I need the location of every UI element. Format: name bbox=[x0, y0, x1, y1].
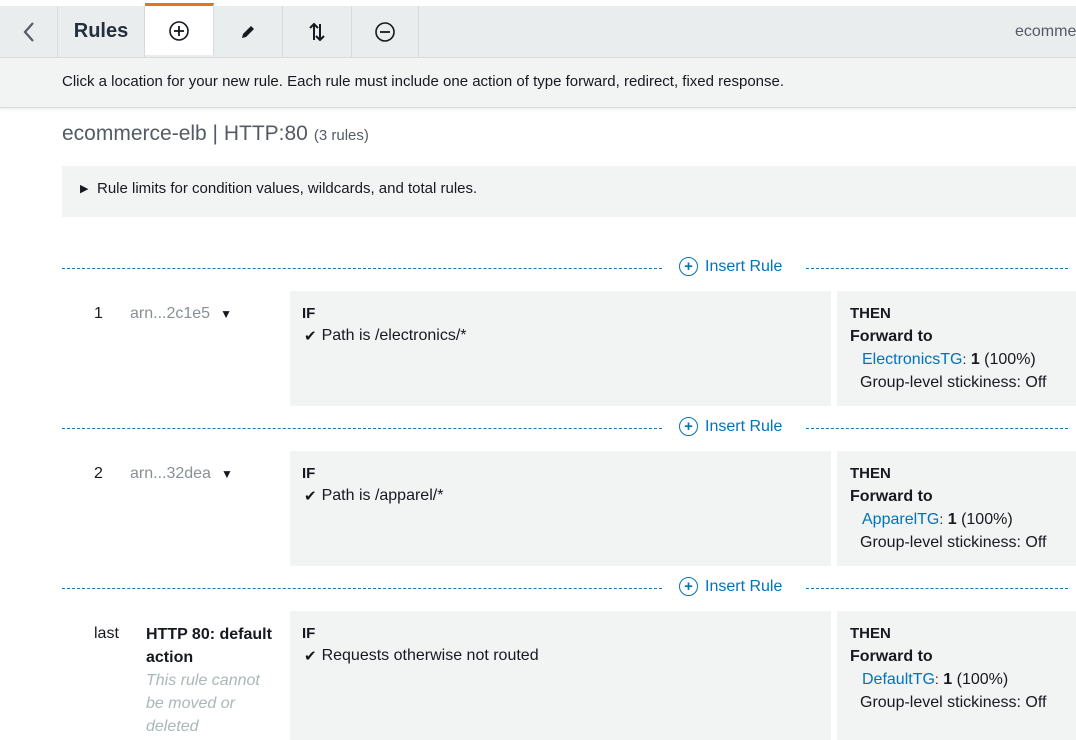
insert-rule-button[interactable]: + Insert Rule bbox=[679, 577, 782, 596]
divider bbox=[806, 268, 1068, 269]
target-group-link[interactable]: ApparelTG bbox=[862, 511, 939, 528]
back-button[interactable] bbox=[0, 6, 58, 57]
rule-conditions[interactable]: IF ✔ Path is /electronics/* bbox=[290, 291, 831, 406]
rule-number: last bbox=[94, 625, 119, 642]
target-group-link[interactable]: DefaultTG bbox=[862, 671, 935, 688]
action-type: Forward to bbox=[850, 488, 933, 505]
reorder-arrows-icon bbox=[309, 22, 325, 41]
rule-row: 1 arn...2c1e5 ▼ IF ✔ Path is /electronic… bbox=[62, 291, 1076, 406]
caret-right-icon: ▶ bbox=[80, 183, 89, 195]
delete-rules-tab[interactable] bbox=[352, 6, 419, 57]
chevron-left-icon bbox=[23, 21, 34, 42]
rules-title: Rules bbox=[58, 6, 145, 57]
rule-conditions: IF ✔ Requests otherwise not routed bbox=[290, 611, 831, 740]
rule-limits-text: Rule limits for condition values, wildca… bbox=[97, 180, 478, 197]
rule-actions[interactable]: THEN Forward to DefaultTG: 1 (100%) Grou… bbox=[837, 611, 1076, 740]
insert-rule-label: Insert Rule bbox=[705, 257, 783, 275]
divider bbox=[806, 588, 1068, 589]
rule-number: 2 bbox=[94, 465, 103, 482]
weight: 1 bbox=[970, 351, 980, 368]
load-balancer-name: ecommerce-elb bbox=[1015, 6, 1076, 57]
weight: 1 bbox=[943, 671, 953, 688]
divider bbox=[62, 268, 662, 269]
condition-text: Path is /apparel/* bbox=[321, 487, 444, 504]
if-label: IF bbox=[302, 625, 316, 642]
condition-item: ✔ Path is /apparel/* bbox=[304, 487, 443, 505]
info-text: Click a location for your new rule. Each… bbox=[62, 73, 785, 90]
check-icon: ✔ bbox=[304, 648, 317, 665]
weight-percent: (100%) bbox=[956, 671, 1009, 688]
condition-text: Path is /electronics/* bbox=[321, 327, 467, 344]
divider bbox=[62, 588, 662, 589]
check-icon: ✔ bbox=[304, 328, 317, 345]
then-label: THEN bbox=[850, 465, 891, 482]
caret-down-icon: ▼ bbox=[220, 307, 232, 321]
rule-row: 2 arn...32dea ▼ IF ✔ Path is /apparel/* … bbox=[62, 451, 1076, 566]
toolbar-title: Rules bbox=[73, 20, 129, 42]
if-label: IF bbox=[302, 305, 316, 322]
add-rule-tab[interactable] bbox=[145, 3, 214, 55]
plus-circle-icon: + bbox=[679, 577, 698, 596]
rule-actions[interactable]: THEN Forward to ElectronicsTG: 1 (100%) … bbox=[837, 291, 1076, 406]
insert-rule-label: Insert Rule bbox=[705, 417, 783, 435]
plus-circle-icon bbox=[169, 20, 189, 41]
insert-rule-row: + Insert Rule bbox=[62, 577, 1076, 601]
stickiness-text: Group-level stickiness: Off bbox=[860, 374, 1047, 391]
target-group: DefaultTG: 1 (100%) bbox=[862, 671, 1008, 689]
default-rule-name: HTTP 80: default action bbox=[146, 626, 272, 666]
edit-rules-tab[interactable] bbox=[214, 6, 283, 57]
rule-arn: arn...2c1e5 bbox=[130, 305, 211, 322]
caret-down-icon: ▼ bbox=[220, 467, 233, 481]
separator: : bbox=[962, 351, 967, 367]
then-label: THEN bbox=[850, 305, 891, 322]
reorder-rules-tab[interactable] bbox=[283, 6, 352, 57]
rule-arn-dropdown[interactable]: arn...2c1e5 ▼ bbox=[130, 305, 232, 323]
target-group: ApparelTG: 1 (100%) bbox=[862, 511, 1013, 529]
rules-toolbar: Rules ecommerce-elb bbox=[0, 3, 1076, 58]
info-bar: Click a location for your new rule. Each… bbox=[0, 58, 1076, 108]
insert-rule-row: + Insert Rule bbox=[62, 257, 1076, 281]
target-group-link[interactable]: ElectronicsTG bbox=[862, 351, 962, 368]
rule-conditions[interactable]: IF ✔ Path is /apparel/* bbox=[290, 451, 831, 566]
condition-text: Requests otherwise not routed bbox=[321, 647, 539, 664]
rule-limits-expander[interactable]: ▶ Rule limits for condition values, wild… bbox=[62, 166, 1076, 217]
stickiness-text: Group-level stickiness: Off bbox=[860, 694, 1047, 711]
rule-number: 1 bbox=[94, 305, 103, 322]
plus-circle-icon: + bbox=[679, 257, 698, 276]
divider bbox=[62, 428, 662, 429]
weight: 1 bbox=[947, 511, 957, 528]
separator: : bbox=[939, 511, 944, 527]
action-type: Forward to bbox=[850, 648, 933, 665]
insert-rule-label: Insert Rule bbox=[705, 577, 783, 595]
weight-percent: (100%) bbox=[961, 511, 1013, 528]
rule-count: (3 rules) bbox=[313, 127, 369, 144]
action-type: Forward to bbox=[850, 328, 933, 345]
insert-rule-button[interactable]: + Insert Rule bbox=[679, 257, 782, 276]
plus-circle-icon: + bbox=[679, 417, 698, 436]
default-rule-note: This rule cannot be moved or deleted bbox=[146, 672, 260, 735]
divider bbox=[806, 428, 1068, 429]
weight-percent: (100%) bbox=[984, 351, 1036, 368]
default-rule-row: last HTTP 80: default action This rule c… bbox=[62, 611, 1076, 740]
load-balancer-name-text: ecommerce-elb bbox=[1015, 22, 1076, 40]
rule-arn: arn...32dea bbox=[130, 465, 211, 482]
if-label: IF bbox=[302, 465, 316, 482]
condition-item: ✔ Path is /electronics/* bbox=[304, 327, 467, 345]
then-label: THEN bbox=[850, 625, 891, 642]
pencil-icon bbox=[242, 25, 254, 38]
insert-rule-button[interactable]: + Insert Rule bbox=[679, 417, 782, 436]
separator: : bbox=[934, 671, 939, 687]
condition-item: ✔ Requests otherwise not routed bbox=[304, 647, 539, 665]
check-icon: ✔ bbox=[304, 488, 317, 505]
page-title: ecommerce-elb | HTTP:80 (3 rules) bbox=[62, 122, 369, 146]
rule-actions[interactable]: THEN Forward to ApparelTG: 1 (100%) Grou… bbox=[837, 451, 1076, 566]
minus-circle-icon bbox=[375, 21, 395, 42]
listener-name: ecommerce-elb | HTTP:80 bbox=[62, 122, 308, 145]
rule-arn-dropdown[interactable]: arn...32dea ▼ bbox=[130, 465, 233, 483]
insert-rule-row: + Insert Rule bbox=[62, 417, 1076, 441]
stickiness-text: Group-level stickiness: Off bbox=[860, 534, 1047, 551]
target-group: ElectronicsTG: 1 (100%) bbox=[862, 351, 1036, 369]
